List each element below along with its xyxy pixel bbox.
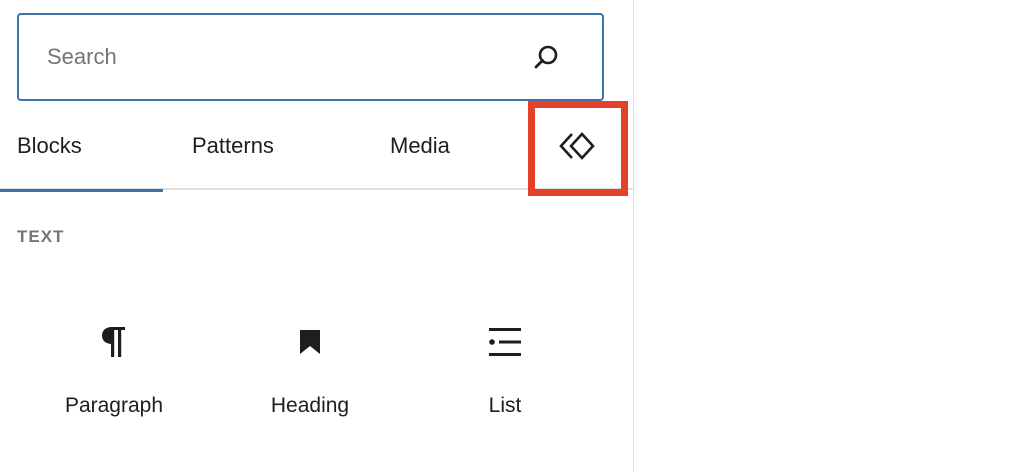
tab-blocks-label: Blocks xyxy=(17,132,82,158)
inserter-tabs: Blocks Patterns Media xyxy=(0,101,634,196)
search-input[interactable] xyxy=(19,15,519,99)
tab-media[interactable]: Media xyxy=(390,101,490,190)
tab-patterns-label: Patterns xyxy=(192,132,274,158)
block-list[interactable]: List xyxy=(415,300,595,440)
section-title-text: TEXT xyxy=(17,227,65,246)
block-heading-label: Heading xyxy=(270,394,350,417)
tab-media-label: Media xyxy=(390,132,450,158)
tab-blocks[interactable]: Blocks xyxy=(0,101,163,192)
block-paragraph-label: Paragraph xyxy=(64,394,164,417)
block-paragraph[interactable]: Paragraph xyxy=(24,300,204,440)
tab-reusable-blocks[interactable] xyxy=(528,101,628,196)
block-list-label: List xyxy=(488,394,522,417)
search-box xyxy=(17,13,604,101)
heading-bookmark-icon xyxy=(220,322,400,362)
block-heading[interactable]: Heading xyxy=(220,300,400,440)
search-icon[interactable] xyxy=(531,43,561,73)
paragraph-icon xyxy=(24,322,204,362)
list-icon xyxy=(415,322,595,362)
reusable-blocks-icon xyxy=(558,130,598,167)
block-inserter-panel: Blocks Patterns Media TEXT xyxy=(0,0,634,472)
tab-patterns[interactable]: Patterns xyxy=(192,101,332,190)
